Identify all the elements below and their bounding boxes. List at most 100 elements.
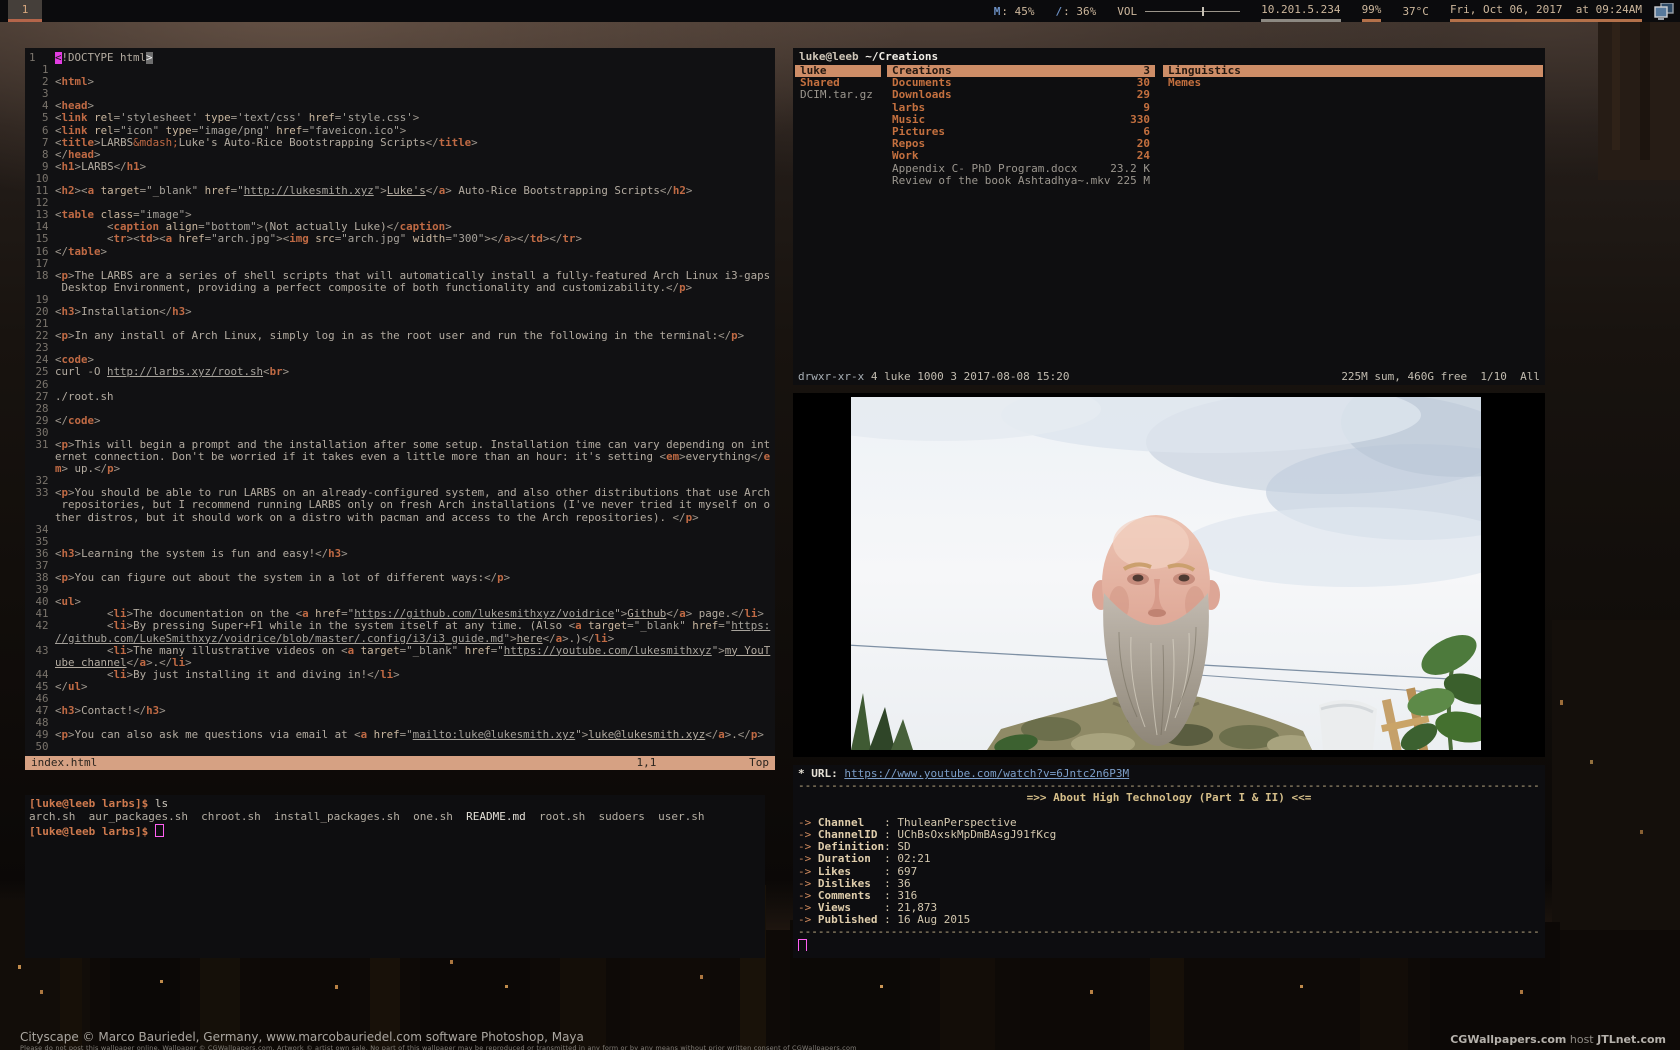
workspace-button[interactable]: 1 (8, 0, 42, 22)
vim-row: 21 (29, 318, 775, 330)
shell-terminal-window[interactable]: [luke@leeb larbs]$ lsarch.sh aur_package… (25, 795, 765, 958)
vim-row: 32 (29, 475, 775, 487)
ip-address: 10.201.5.234 (1261, 0, 1340, 22)
ranger-entry-work[interactable]: Work 24 (887, 150, 1155, 162)
ranger-entry-pictures[interactable]: Pictures6 (887, 126, 1155, 138)
ranger-entry-dcim-tar-gz[interactable]: DCIM.tar.gz (795, 89, 881, 101)
video-frame (851, 397, 1481, 750)
vim-row: 2 <html> (29, 76, 775, 88)
video-title: =>> About High Technology (Part I & II) … (798, 792, 1540, 804)
entry-name: DCIM.tar.gz (800, 89, 873, 101)
vim-row: //github.com/LukeSmithxyz/voidrice/blob/… (29, 633, 775, 645)
entry-name: Review of the book Ashtadhya~.mkv (892, 175, 1111, 187)
video-url-link[interactable]: https://www.youtube.com/watch?v=6Jntc2n6… (844, 768, 1129, 780)
monitors-icon[interactable] (1654, 3, 1674, 20)
ranger-entry-creations[interactable]: Creations3 (887, 65, 1155, 77)
vim-row: 42 <li>By pressing Super+F1 while in the… (29, 620, 775, 632)
vim-row: 13 <table class="image"> (29, 209, 775, 221)
ranger-entry-shared[interactable]: Shared (795, 77, 881, 89)
blank-line (798, 805, 1540, 817)
entry-size: 20 (1137, 138, 1150, 150)
vim-row: 40 <ul> (29, 596, 775, 608)
vim-row: 14 <caption align="bottom">(Not actually… (29, 221, 775, 233)
volume-slider[interactable] (1145, 11, 1240, 12)
video-info-line: -> Views : 21,873 (798, 902, 1540, 914)
video-info-line: -> Published : 16 Aug 2015 (798, 914, 1540, 926)
terminal-line: arch.sh aur_packages.sh chroot.sh instal… (29, 811, 765, 824)
ranger-entry-music[interactable]: Music330 (887, 114, 1155, 126)
volume-slider-handle[interactable] (1202, 7, 1204, 16)
vim-row: m> up.</p> (29, 463, 775, 475)
video-info-line: -> Dislikes : 36 (798, 878, 1540, 890)
vim-row: 1 <!DOCTYPE html> (29, 52, 775, 64)
vim-filename: index.html (31, 756, 97, 770)
entry-size: 6 (1143, 126, 1150, 138)
vim-row: 7 <title>LARBS&mdash;Luke's Auto-Rice Bo… (29, 137, 775, 149)
ranger-entry-appendix-c-phd-program-docx[interactable]: Appendix C- PhD Program.docx 23.2 K (887, 163, 1155, 175)
vim-row: 15 <tr><td><a href="arch.jpg"><img src="… (29, 233, 775, 245)
ranger-entry-documents[interactable]: Documents30 (887, 77, 1155, 89)
ranger-entry-luke[interactable]: luke (795, 65, 881, 77)
ranger-entry-downloads[interactable]: Downloads29 (887, 89, 1155, 101)
entry-name: Creations (892, 65, 952, 77)
ranger-permissions: drwxr-xr-x (798, 370, 864, 383)
vim-row: 43 <li>The many illustrative videos on <… (29, 645, 775, 657)
ranger-entry-repos[interactable]: Repos20 (887, 138, 1155, 150)
ranger-window[interactable]: luke@leeb ~/Creations lukeSharedDCIM.tar… (793, 48, 1545, 385)
vim-code: 1 <!DOCTYPE html> 1 2 <html> 3 4 <head> … (25, 48, 775, 753)
entry-name: Documents (892, 77, 952, 89)
entry-name: Work (892, 150, 919, 162)
mpv-video-window[interactable] (793, 393, 1545, 757)
vim-row: 28 (29, 403, 775, 415)
vim-row: 20 <h3>Installation</h3> (29, 306, 775, 318)
vim-row: 37 (29, 560, 775, 572)
vim-scroll-position: Top (749, 756, 769, 769)
vim-row: 29 </code> (29, 415, 775, 427)
vim-row: 27 ./root.sh (29, 391, 775, 403)
entry-name: larbs (892, 102, 925, 114)
entry-size: 23.2 K (1110, 163, 1150, 175)
entry-name: luke (800, 65, 827, 77)
wallpaper-credit-right: CGWallpapers.com host JTLnet.com (1450, 1033, 1666, 1046)
entry-name: Memes (1168, 77, 1201, 89)
vim-cursor-position: 1,1 (637, 756, 657, 769)
disk-icon: / (1055, 2, 1062, 21)
vim-row: 25 curl -O http://larbs.xyz/root.sh<br> (29, 366, 775, 378)
entry-size: 24 (1137, 150, 1150, 162)
terminal-line: [luke@leeb larbs]$ (29, 824, 765, 839)
wallpaper-credit: Cityscape © Marco Bauriedel, Germany, ww… (20, 1030, 584, 1044)
divider-line: ----------------------------------------… (798, 780, 1540, 792)
battery-indicator: 99% (1362, 0, 1382, 22)
vim-row: 8 </head> (29, 149, 775, 161)
vim-row: 23 (29, 342, 775, 354)
memory-icon: M (994, 2, 1001, 21)
entry-size: 29 (1137, 89, 1150, 101)
memory-indicator: M: 45% (994, 0, 1035, 22)
entry-name: Shared (800, 77, 840, 89)
entry-name: Appendix C- PhD Program.docx (892, 163, 1077, 175)
status-bar: 1 M: 45% /: 36% VOL 10.201.5.234 99% 37°… (0, 0, 1680, 22)
vim-row: ube channel</a>.</li> (29, 657, 775, 669)
vim-row: 10 (29, 173, 775, 185)
vim-row: 50 (29, 741, 775, 753)
vim-row: 38 <p>You can figure out about the syste… (29, 572, 775, 584)
ranger-parent-column: lukeSharedDCIM.tar.gz (795, 65, 881, 102)
ranger-entry-linguistics[interactable]: Linguistics (1163, 65, 1543, 77)
vim-row: 34 (29, 524, 775, 536)
vim-row: 35 (29, 536, 775, 548)
ranger-user-host: luke@leeb (799, 50, 859, 63)
ranger-entry-memes[interactable]: Memes (1163, 77, 1543, 89)
ranger-entry-larbs[interactable]: larbs9 (887, 102, 1155, 114)
vim-row: 5 <link rel='stylesheet' type='text/css'… (29, 112, 775, 124)
ranger-entry-review-of-the-book-ashtadhya-mkv[interactable]: Review of the book Ashtadhya~.mkv225 M (887, 175, 1155, 187)
temperature-indicator: 37°C (1402, 0, 1429, 22)
system-tray (1654, 0, 1674, 22)
youtube-viewer-window[interactable]: * URL: https://www.youtube.com/watch?v=6… (793, 765, 1545, 958)
video-info-line: -> Duration : 02:21 (798, 853, 1540, 865)
vim-row: 49 <p>You can also ask me questions via … (29, 729, 775, 741)
disk-indicator: /: 36% (1055, 0, 1096, 22)
vim-editor-window[interactable]: 1 <!DOCTYPE html> 1 2 <html> 3 4 <head> … (25, 48, 775, 770)
ranger-preview-column: LinguisticsMemes (1163, 65, 1543, 89)
vim-row: 18 <p>The LARBS are a series of shell sc… (29, 270, 775, 282)
divider-line: ----------------------------------------… (798, 926, 1540, 938)
